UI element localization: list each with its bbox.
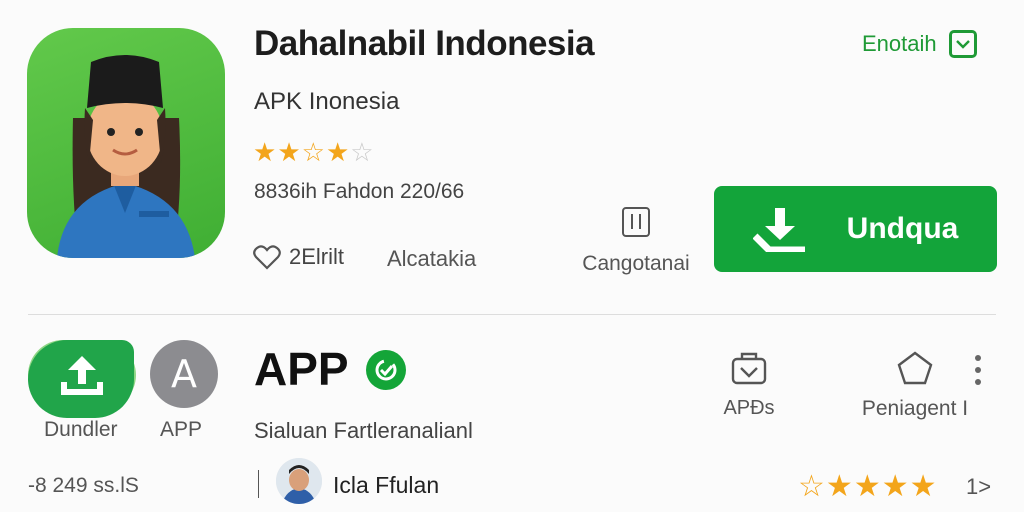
app-icon [27, 28, 225, 258]
app-subtitle: APK Inonesia [254, 88, 400, 115]
download-label: Undqua [846, 212, 959, 245]
download-button[interactable]: Undqua [714, 186, 997, 272]
device-icon [622, 207, 650, 237]
app-avatar-label: APP [160, 418, 203, 441]
apps-label: APÐs [723, 397, 775, 419]
star-icon: ★ [253, 137, 278, 167]
top-action-button[interactable]: Enotaih [862, 30, 977, 58]
heart-icon [253, 245, 281, 270]
star-icon: ★ [909, 470, 938, 503]
star-icon: ★ [853, 470, 882, 503]
management-label: Peniagent I [861, 397, 969, 420]
rating-stars: ★★☆★☆ [253, 137, 375, 168]
user-rating-stars: ☆★★★★ [798, 469, 938, 504]
compatibility-button[interactable]: Cangotanai [576, 205, 696, 276]
user-avatar[interactable] [276, 458, 322, 504]
likes-button[interactable]: 2Elrilt [253, 244, 344, 270]
user-name: Icla Ffulan [333, 472, 440, 498]
apps-button[interactable]: APÐs [714, 350, 784, 420]
star-icon: ★ [825, 470, 854, 503]
more-options-icon[interactable] [968, 352, 988, 392]
top-action-label: Enotaih [862, 31, 937, 56]
upload-bubble-button[interactable] [28, 340, 134, 418]
star-icon: ★ [325, 137, 351, 167]
pentagon-icon [897, 351, 933, 385]
likes-count: 2Elrilt [289, 244, 345, 269]
management-button[interactable]: Peniagent I [855, 350, 975, 421]
app-avatar[interactable]: A [150, 340, 218, 408]
apps-box-icon [731, 352, 767, 385]
dundler-label: Dundler [44, 418, 118, 441]
star-icon: ★ [277, 137, 302, 167]
separator [258, 470, 259, 498]
upload-icon [61, 356, 103, 395]
person-avatar-icon [276, 458, 322, 504]
star-outline-icon: ☆ [350, 137, 375, 167]
next-page-button[interactable]: 1> [966, 474, 991, 500]
divider [28, 314, 996, 315]
app-title: Dahalnabil Indonesia [254, 24, 595, 63]
verified-icon [366, 350, 406, 390]
app-avatar-letter: A [171, 352, 197, 396]
download-count: -8 249 ss.lS [28, 474, 139, 497]
app-meta: 8836ih Fahdon 220/66 [254, 180, 465, 203]
star-outline-icon: ☆ [798, 470, 826, 503]
app-big-title: APP [254, 343, 349, 395]
category-link[interactable]: Alcatakia [387, 246, 476, 272]
chevron-down-icon [948, 30, 977, 58]
app-description: Sialuan Fartleranalianl [254, 418, 473, 443]
star-icon: ★ [881, 470, 910, 503]
compatibility-label: Cangotanai [582, 252, 690, 275]
star-outline-icon: ☆ [301, 137, 326, 167]
download-icon [752, 208, 805, 252]
person-illustration-icon [57, 55, 195, 258]
